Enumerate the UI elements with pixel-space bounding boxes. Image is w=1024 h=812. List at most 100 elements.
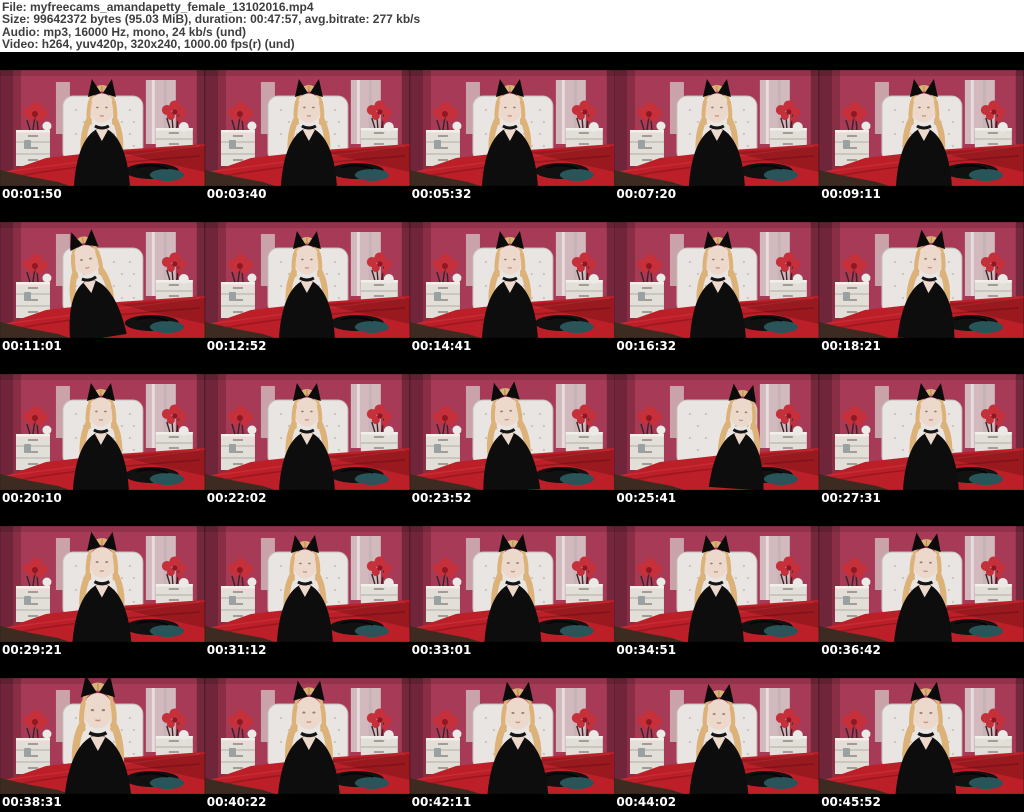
- timestamp-label: 00:23:52: [410, 490, 615, 508]
- timestamp-label: 00:34:51: [614, 642, 819, 660]
- timestamp-label: 00:20:10: [0, 490, 205, 508]
- light-switch: [24, 748, 31, 757]
- head: [497, 246, 522, 275]
- thumbnail-cell: 00:18:21: [819, 204, 1024, 356]
- timestamp-label: 00:45:52: [819, 794, 1024, 812]
- light-switch: [843, 140, 850, 149]
- video-frame-thumbnail: [410, 526, 615, 642]
- video-frame-thumbnail: [614, 374, 819, 490]
- head: [296, 94, 321, 123]
- thumbnail-cell: 00:22:02: [205, 356, 410, 508]
- head: [504, 698, 531, 730]
- video-frame-thumbnail: [0, 222, 205, 338]
- timestamp-label: 00:11:01: [0, 338, 205, 356]
- thumbnail-cell: 00:33:01: [410, 508, 615, 660]
- head: [706, 699, 732, 730]
- light-switch: [843, 292, 850, 301]
- light-switch: [638, 596, 645, 605]
- timestamp-label: 00:18:21: [819, 338, 1024, 356]
- head: [706, 246, 731, 275]
- timestamp-text: 00:33:01: [412, 643, 472, 657]
- video-frame-thumbnail: [819, 70, 1024, 186]
- timestamp-text: 00:27:31: [821, 491, 881, 505]
- light-switch: [843, 748, 850, 757]
- timestamp-label: 00:09:11: [819, 186, 1024, 204]
- light-switch: [434, 596, 441, 605]
- video-frame-thumbnail: [410, 222, 615, 338]
- head: [89, 547, 115, 578]
- head: [500, 549, 525, 579]
- timestamp-text: 00:40:22: [207, 795, 267, 809]
- timestamp-text: 00:25:41: [616, 491, 676, 505]
- timestamp-text: 00:22:02: [207, 491, 267, 505]
- head: [89, 94, 114, 123]
- head: [294, 246, 319, 275]
- video-frame-thumbnail: [0, 374, 205, 490]
- video-frame-thumbnail: [0, 70, 205, 186]
- timestamp-text: 00:12:52: [207, 339, 267, 353]
- video-frame-thumbnail: [614, 526, 819, 642]
- timestamp-label: 00:31:12: [205, 642, 410, 660]
- video-frame-thumbnail: [205, 678, 410, 794]
- timestamp-text: 00:34:51: [616, 643, 676, 657]
- head: [292, 550, 317, 579]
- timestamp-text: 00:20:10: [2, 491, 62, 505]
- timestamp-text: 00:03:40: [207, 187, 267, 201]
- video-line: Video: h264, yuv420p, 320x240, 1000.00 f…: [2, 38, 1024, 50]
- thumbnail-grid: 00:01:50: [0, 52, 1024, 812]
- timestamp-text: 00:36:42: [821, 643, 881, 657]
- timestamp-label: 00:22:02: [205, 490, 410, 508]
- video-frame-thumbnail: [819, 374, 1024, 490]
- timestamp-label: 00:14:41: [410, 338, 615, 356]
- timestamp-text: 00:23:52: [412, 491, 472, 505]
- timestamp-label: 00:12:52: [205, 338, 410, 356]
- thumbnail-cell: 00:27:31: [819, 356, 1024, 508]
- timestamp-text: 00:38:31: [2, 795, 62, 809]
- light-switch: [843, 444, 850, 453]
- timestamp-text: 00:18:21: [821, 339, 881, 353]
- head: [88, 398, 113, 427]
- thumbnail-cell: 00:38:31: [0, 660, 205, 812]
- video-frame-thumbnail: [819, 222, 1024, 338]
- light-switch: [638, 444, 645, 453]
- light-switch: [843, 596, 850, 605]
- video-frame-thumbnail: [410, 374, 615, 490]
- timestamp-text: 00:07:20: [616, 187, 676, 201]
- timestamp-text: 00:11:01: [2, 339, 62, 353]
- thumbnail-cell: 00:42:11: [410, 660, 615, 812]
- light-switch: [24, 292, 31, 301]
- light-switch: [638, 292, 645, 301]
- timestamp-text: 00:45:52: [821, 795, 881, 809]
- timestamp-label: 00:33:01: [410, 642, 615, 660]
- timestamp-label: 00:25:41: [614, 490, 819, 508]
- timestamp-text: 00:09:11: [821, 187, 881, 201]
- thumbnail-cell: 00:45:52: [819, 660, 1024, 812]
- thumbnail-cell: 00:34:51: [614, 508, 819, 660]
- contact-sheet: File: myfreecams_amandapetty_female_1310…: [0, 0, 1024, 811]
- light-switch: [434, 140, 441, 149]
- video-frame-thumbnail: [0, 526, 205, 642]
- video-frame-thumbnail: [0, 678, 205, 794]
- head: [497, 94, 522, 123]
- light-switch: [229, 748, 236, 757]
- timestamp-text: 00:16:32: [616, 339, 676, 353]
- thumbnail-cell: 00:44:02: [614, 660, 819, 812]
- video-frame-thumbnail: [205, 374, 410, 490]
- light-switch: [24, 444, 31, 453]
- head: [705, 94, 730, 123]
- timestamp-label: 00:42:11: [410, 794, 615, 812]
- timestamp-label: 00:03:40: [205, 186, 410, 204]
- timestamp-text: 00:05:32: [412, 187, 472, 201]
- light-switch: [24, 140, 31, 149]
- thumbnail-cell: 00:01:50: [0, 52, 205, 204]
- thumbnail-cell: 00:23:52: [410, 356, 615, 508]
- head: [83, 693, 113, 728]
- light-switch: [229, 292, 236, 301]
- video-frame-thumbnail: [614, 70, 819, 186]
- head: [294, 398, 319, 427]
- light-switch: [434, 444, 441, 453]
- light-switch: [434, 748, 441, 757]
- light-switch: [229, 596, 236, 605]
- thumbnail-cell: 00:05:32: [410, 52, 615, 204]
- thumbnail-cell: 00:40:22: [205, 660, 410, 812]
